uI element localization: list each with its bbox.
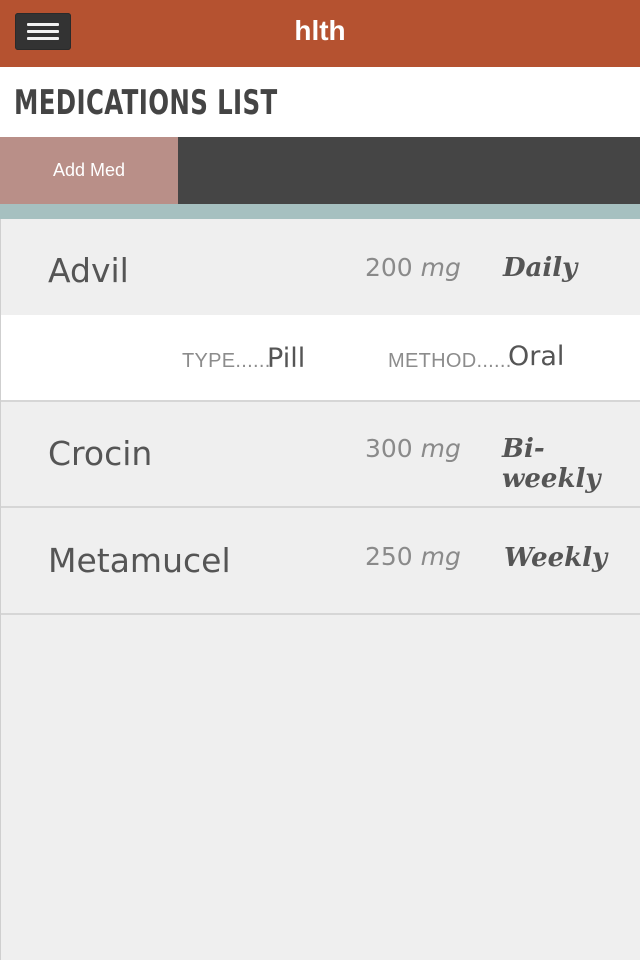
app-title: hlth <box>294 15 346 46</box>
method-label: METHOD...... <box>388 350 512 372</box>
medication-dose: 300 mg <box>365 434 461 464</box>
medication-detail-advil: TYPE...... Pill METHOD...... Oral <box>1 315 640 402</box>
dose-value: 250 <box>365 542 413 571</box>
dose-unit: mg <box>420 253 461 282</box>
accent-divider <box>0 204 640 219</box>
dose-unit: mg <box>420 542 461 571</box>
page-title: MEDICATIONS LIST <box>14 83 278 123</box>
list-item-advil[interactable]: Advil 200 mg Daily <box>1 219 640 315</box>
type-label: TYPE...... <box>182 350 271 372</box>
page-title-bar: MEDICATIONS LIST <box>0 67 640 137</box>
app-header: hlth <box>0 0 640 67</box>
add-med-button[interactable]: Add Med <box>0 137 178 204</box>
dose-value: 300 <box>365 434 413 463</box>
medication-name: Crocin <box>48 434 153 473</box>
action-bar: Add Med <box>0 137 640 204</box>
medication-frequency: Daily <box>503 253 578 283</box>
medication-dose: 250 mg <box>365 542 461 572</box>
method-value: Oral <box>508 341 565 372</box>
medication-name: Metamucel <box>48 541 231 580</box>
dose-value: 200 <box>365 253 413 282</box>
list-item-metamucel[interactable]: Metamucel 250 mg Weekly <box>1 508 640 615</box>
medications-list: Advil 200 mg Daily TYPE...... Pill METHO… <box>0 219 640 960</box>
medication-frequency: Bi-weekly <box>502 434 601 494</box>
type-value: Pill <box>267 343 306 374</box>
medication-frequency: Weekly <box>504 543 608 573</box>
medication-dose: 200 mg <box>365 253 461 283</box>
list-item-crocin[interactable]: Crocin 300 mg Bi-weekly <box>1 402 640 508</box>
dose-unit: mg <box>420 434 461 463</box>
medication-name: Advil <box>48 251 129 290</box>
